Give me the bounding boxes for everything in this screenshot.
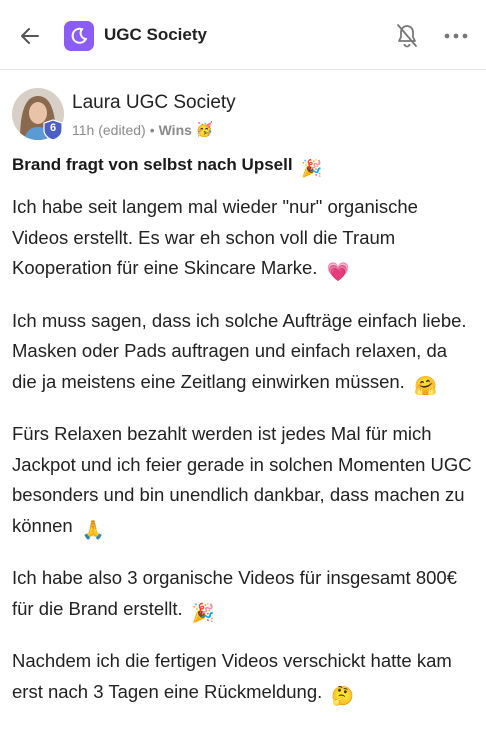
arrow-left-icon (21, 28, 39, 44)
paragraph-text: Ich habe seit langem mal wieder "nur" or… (12, 196, 418, 278)
paragraph-emoji: 💗 (326, 261, 350, 282)
top-bar: UGC Society (0, 0, 486, 70)
post-title: Brand fragt von selbst nach Upsell 🎉 (12, 155, 322, 179)
space-emoji: 🥳 (195, 121, 214, 137)
paragraph-emoji: 🤗 (413, 374, 437, 396)
paragraph: Ich habe also 3 organische Videos für in… (12, 563, 474, 628)
level-number: 6 (49, 122, 57, 134)
paragraph-text: Ich muss sagen, dass ich solche Aufträge… (12, 309, 467, 392)
space-link[interactable]: Wins (159, 122, 192, 138)
level-badge: 6 (43, 119, 63, 141)
bell-off-icon (397, 24, 417, 48)
paragraph: Fürs Relaxen bezahlt werden ist jedes Ma… (12, 419, 474, 545)
more-options-button[interactable] (442, 28, 470, 44)
post-title-text: Brand fragt von selbst nach Upsell (12, 155, 293, 174)
paragraph-text: Nachdem ich die fertigen Videos verschic… (12, 650, 452, 702)
post-time: 11h (edited) (72, 121, 146, 138)
paragraph: Ich muss sagen, dass ich solche Aufträge… (12, 306, 474, 402)
more-horizontal-icon (444, 33, 468, 39)
paragraph-emoji: 🎉 (191, 601, 215, 623)
paragraph: Nachdem ich die fertigen Videos verschic… (12, 646, 474, 711)
author-name[interactable]: Laura UGC Society (72, 92, 236, 114)
post-meta: 11h (edited) • Wins 🥳 (72, 121, 213, 138)
notifications-button[interactable] (394, 22, 420, 50)
community-name[interactable]: UGC Society (104, 25, 207, 45)
paragraph-emoji: 🤔 (331, 684, 355, 706)
meta-separator: • (149, 121, 155, 138)
community-logo[interactable] (64, 21, 94, 51)
post-body: Ich habe seit langem mal wieder "nur" or… (12, 192, 474, 729)
paragraph-emoji: 🙏 (81, 518, 105, 540)
back-button[interactable] (16, 22, 44, 50)
paragraph-text: Ich habe also 3 organische Videos für in… (12, 567, 457, 619)
party-emoji: 🎉 (301, 159, 323, 178)
paragraph: Ich habe seit langem mal wieder "nur" or… (12, 192, 474, 288)
moon-logo-icon (71, 27, 88, 44)
